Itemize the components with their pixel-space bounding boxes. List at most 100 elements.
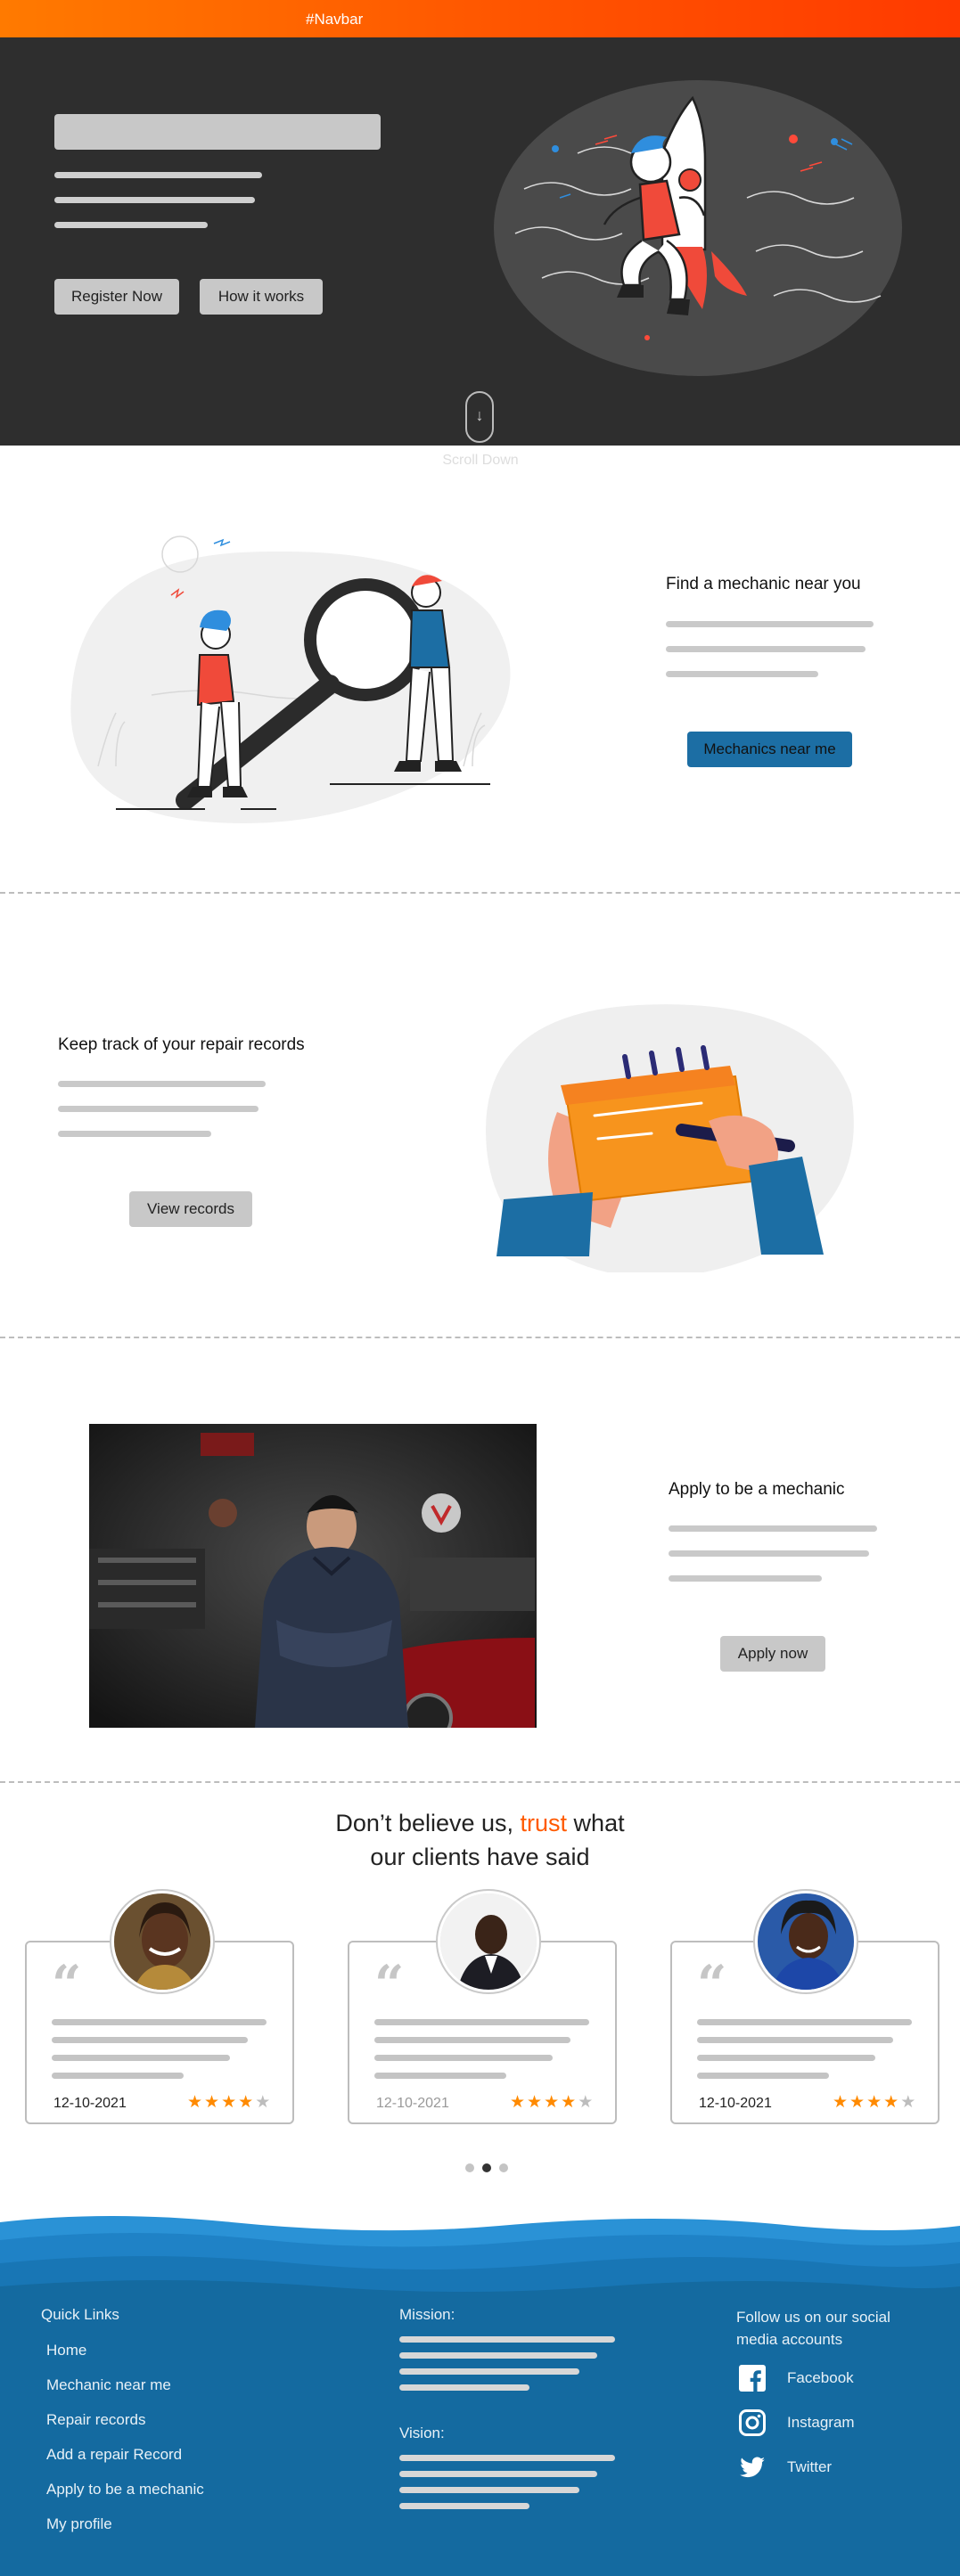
text-placeholder: [58, 1106, 258, 1112]
social-title: Follow us on our social media accounts: [736, 2306, 890, 2351]
text-placeholder: [58, 1081, 266, 1087]
footer-link-repair-records[interactable]: Repair records: [46, 2411, 146, 2429]
star-empty-icon: ★: [255, 2093, 273, 2112]
social-title-line: media accounts: [736, 2331, 843, 2348]
scroll-down-button[interactable]: ↓: [465, 391, 494, 443]
carousel-dot-active[interactable]: [482, 2163, 491, 2172]
apply-now-button[interactable]: Apply now: [720, 1636, 825, 1672]
facebook-icon[interactable]: [739, 2365, 766, 2392]
text-placeholder: [697, 2019, 912, 2025]
text-placeholder: [52, 2073, 184, 2079]
testimonials-heading: Don’t believe us, trust what our clients…: [0, 1806, 960, 1874]
avatar: [438, 1891, 539, 1992]
quick-links-title: Quick Links: [41, 2306, 119, 2323]
star-filled-icon: ★: [561, 2093, 578, 2112]
section-divider: [0, 1337, 960, 1338]
star-filled-icon: ★: [238, 2093, 256, 2112]
text-placeholder: [697, 2073, 829, 2079]
view-records-button[interactable]: View records: [129, 1191, 252, 1227]
text-placeholder: [666, 671, 818, 677]
heading-text: our clients have said: [370, 1844, 590, 1870]
text-placeholder: [52, 2055, 230, 2061]
repair-records-title: Keep track of your repair records: [58, 1035, 305, 1054]
hero-text-placeholder: [54, 172, 262, 178]
footer-link-my-profile[interactable]: My profile: [46, 2515, 112, 2533]
instagram-icon[interactable]: [739, 2409, 766, 2436]
heading-text: Don’t believe us,: [335, 1810, 521, 1836]
hero-text-placeholder: [54, 197, 255, 203]
footer-link-add-repair-record[interactable]: Add a repair Record: [46, 2446, 182, 2464]
find-mechanic-title: Find a mechanic near you: [666, 575, 861, 593]
text-placeholder: [399, 2471, 597, 2477]
text-placeholder: [669, 1525, 877, 1532]
vision-title: Vision:: [399, 2425, 445, 2441]
star-filled-icon: ★: [883, 2093, 901, 2112]
footer-link-mechanic-near-me[interactable]: Mechanic near me: [46, 2376, 171, 2394]
star-filled-icon: ★: [544, 2093, 562, 2112]
footer-wave: [0, 2216, 960, 2308]
scroll-down-label: Scroll Down: [442, 453, 519, 468]
text-placeholder: [399, 2455, 615, 2461]
footer-link-home[interactable]: Home: [46, 2342, 86, 2359]
testimonial-date: 12-10-2021: [699, 2096, 772, 2111]
apply-mechanic-title: Apply to be a mechanic: [669, 1480, 845, 1499]
rating-stars: ★★★★★: [187, 2092, 272, 2113]
carousel-dot[interactable]: [465, 2163, 474, 2172]
star-filled-icon: ★: [527, 2093, 545, 2112]
magnifier-search-illustration: [70, 536, 511, 823]
register-now-button[interactable]: Register Now: [54, 279, 179, 315]
navbar-brand[interactable]: #Navbar: [306, 11, 363, 29]
text-placeholder: [52, 2019, 267, 2025]
star-filled-icon: ★: [204, 2093, 222, 2112]
text-placeholder: [399, 2352, 597, 2359]
how-it-works-button[interactable]: How it works: [200, 279, 323, 315]
facebook-link[interactable]: Facebook: [787, 2369, 854, 2387]
star-filled-icon: ★: [833, 2093, 850, 2112]
avatar: [755, 1891, 857, 1992]
section-divider: [0, 892, 960, 894]
heading-text: what: [567, 1810, 625, 1836]
text-placeholder: [374, 2073, 506, 2079]
text-placeholder: [374, 2019, 589, 2025]
text-placeholder: [666, 621, 874, 627]
footer: Quick Links Home Mechanic near me Repair…: [0, 2210, 960, 2576]
section-divider: [0, 1781, 960, 1783]
text-placeholder: [697, 2037, 893, 2043]
text-placeholder: [52, 2037, 248, 2043]
star-empty-icon: ★: [900, 2093, 918, 2112]
quote-icon: “: [52, 1954, 81, 2015]
mission-title: Mission:: [399, 2306, 455, 2323]
quote-icon: “: [697, 1954, 726, 2015]
carousel-dot[interactable]: [499, 2163, 508, 2172]
text-placeholder: [399, 2487, 579, 2493]
navbar: #Navbar: [0, 0, 960, 37]
star-filled-icon: ★: [221, 2093, 239, 2112]
heading-accent-word: trust: [520, 1810, 568, 1836]
twitter-link[interactable]: Twitter: [787, 2458, 832, 2476]
twitter-icon[interactable]: [739, 2454, 766, 2481]
text-placeholder: [669, 1575, 822, 1582]
text-placeholder: [399, 2384, 529, 2391]
footer-link-apply-mechanic[interactable]: Apply to be a mechanic: [46, 2481, 204, 2498]
avatar: [111, 1891, 213, 1992]
star-filled-icon: ★: [849, 2093, 867, 2112]
carousel-dots: [465, 2163, 508, 2172]
text-placeholder: [697, 2055, 875, 2061]
notepad-writing-illustration: [486, 1004, 854, 1272]
mechanics-near-me-button[interactable]: Mechanics near me: [687, 732, 852, 767]
testimonial-date: 12-10-2021: [53, 2096, 127, 2111]
text-placeholder: [399, 2336, 615, 2343]
rating-stars: ★★★★★: [510, 2092, 595, 2113]
text-placeholder: [666, 646, 866, 652]
quote-icon: “: [374, 1954, 404, 2015]
text-placeholder: [374, 2055, 553, 2061]
testimonial-date: 12-10-2021: [376, 2096, 449, 2111]
arrow-down-icon: ↓: [475, 406, 484, 424]
text-placeholder: [399, 2368, 579, 2375]
instagram-link[interactable]: Instagram: [787, 2414, 855, 2432]
star-filled-icon: ★: [187, 2093, 205, 2112]
hero-section: Register Now How it works ↓ Scroll Down: [0, 37, 960, 468]
text-placeholder: [374, 2037, 570, 2043]
social-title-line: Follow us on our social: [736, 2309, 890, 2326]
mechanic-photo: [89, 1424, 537, 1728]
